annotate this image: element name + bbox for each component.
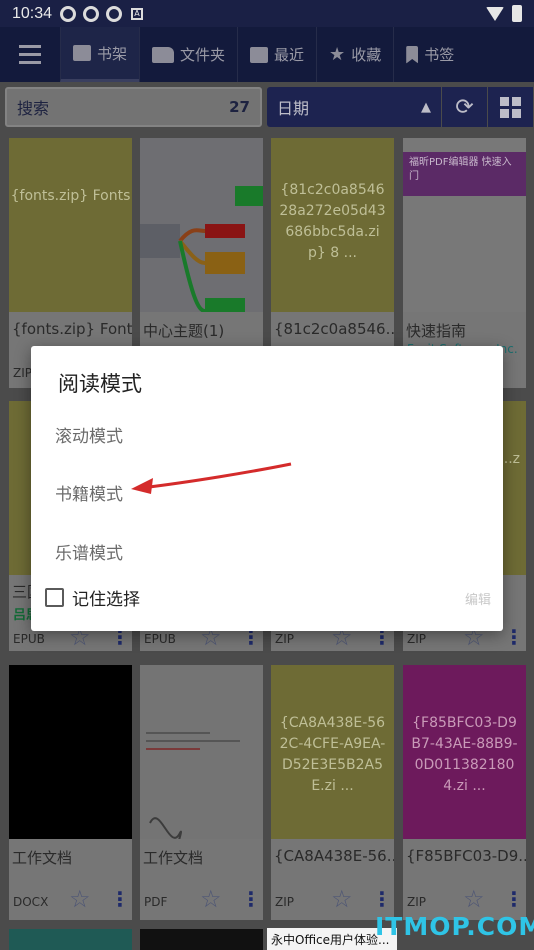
option-music-score-mode[interactable]: 乐谱模式 <box>55 539 123 564</box>
book-type: ZIP <box>407 632 426 646</box>
result-count: 27 <box>229 98 250 116</box>
document-thumbnail <box>146 732 240 839</box>
top-nav: 书架 文件夹 最近 ★ 收藏 书签 <box>0 27 534 82</box>
refresh-button[interactable]: ⟳ <box>442 87 487 127</box>
bookmark-icon <box>406 45 419 64</box>
option-scroll-mode[interactable]: 滚动模式 <box>55 422 123 447</box>
book-type: DOCX <box>13 895 49 909</box>
book-title: {fonts.zip} Fonts <box>12 320 132 338</box>
remember-choice[interactable]: 记住选择 <box>45 585 140 610</box>
book-type: ZIP <box>275 895 294 909</box>
status-time: 10:34 <box>12 4 53 22</box>
tab-bookmarks[interactable]: 书签 <box>393 27 466 82</box>
reading-mode-dialog: 阅读模式 滚动模式 书籍模式 乐谱模式 记住选择 编辑 <box>31 346 503 631</box>
sort-dropdown[interactable]: 日期 ▲ <box>267 87 441 127</box>
wifi-icon <box>486 6 504 21</box>
folder-icon <box>152 46 175 63</box>
edit-button[interactable]: 编辑 <box>465 589 491 608</box>
book-cover <box>140 665 263 839</box>
book-type: ZIP <box>13 366 32 380</box>
book-card[interactable] <box>140 929 263 950</box>
grid-icon <box>500 96 521 118</box>
option-book-mode[interactable]: 书籍模式 <box>55 480 123 505</box>
mindmap-thumbnail <box>140 186 263 312</box>
book-card[interactable]: 工作文档 DOCX ☆ ⋮ <box>9 665 132 920</box>
search-input[interactable]: 搜索 27 <box>5 87 262 127</box>
book-cover: 福昕PDF编辑器 快速入门 <box>403 138 526 312</box>
book-cover <box>9 665 132 839</box>
tab-label: 文件夹 <box>180 46 226 64</box>
book-title: 快速指南 <box>406 322 467 340</box>
book-icon <box>73 45 91 61</box>
favorite-star-icon[interactable]: ☆ <box>331 887 353 911</box>
favorite-star-icon[interactable]: ☆ <box>69 887 91 911</box>
book-title: 工作文档 <box>143 849 204 867</box>
tab-folder[interactable]: 文件夹 <box>139 27 237 82</box>
book-title: {CA8A438E-56... <box>274 847 394 865</box>
dialog-title: 阅读模式 <box>58 372 142 396</box>
status-bar: 10:34 A <box>0 0 534 27</box>
refresh-icon: ⟳ <box>455 94 474 120</box>
tab-label: 最近 <box>274 46 305 64</box>
book-card[interactable] <box>9 929 132 950</box>
remember-label: 记住选择 <box>72 590 140 610</box>
more-options-icon[interactable]: ⋮ <box>504 627 524 647</box>
tab-label: 收藏 <box>351 46 382 64</box>
book-cover: {fonts.zip} Fonts <box>9 138 132 312</box>
notification-icon <box>83 5 100 22</box>
book-title: 工作文档 <box>12 849 73 867</box>
search-placeholder: 搜索 <box>17 99 50 118</box>
book-type: ZIP <box>275 632 294 646</box>
remember-checkbox[interactable] <box>45 588 64 607</box>
notification-a-icon: A <box>131 7 144 20</box>
book-type: ZIP <box>407 895 426 909</box>
more-options-icon[interactable]: ⋮ <box>110 889 130 909</box>
notification-icon <box>60 5 77 22</box>
book-title: {F85BFC03-D9... <box>406 847 526 865</box>
book-card[interactable]: {CA8A438E-562C-4CFE-A9EA-D52E3E5B2A5E.zi… <box>271 665 394 920</box>
menu-icon[interactable] <box>0 27 60 82</box>
cover-header: 福昕PDF编辑器 快速入门 <box>403 152 526 196</box>
battery-icon <box>512 5 522 22</box>
book-cover: {F85BFC03-D9B7-43AE-88B9-0D0113821804.zi… <box>403 665 526 839</box>
favorite-star-icon[interactable]: ☆ <box>463 887 485 911</box>
book-cover <box>140 138 263 312</box>
book-type: EPUB <box>144 632 176 646</box>
watermark: ITMOP.COM <box>375 912 534 941</box>
book-title: 中心主题(1) <box>143 322 225 340</box>
notification-icon <box>106 5 123 22</box>
more-options-icon[interactable]: ⋮ <box>504 889 524 909</box>
book-type: PDF <box>144 895 168 909</box>
tab-label: 书架 <box>97 44 128 63</box>
book-card[interactable]: {F85BFC03-D9B7-43AE-88B9-0D0113821804.zi… <box>403 665 526 920</box>
book-title: {81c2c0a8546... <box>274 320 394 338</box>
tab-favorites[interactable]: ★ 收藏 <box>316 27 393 82</box>
tab-recent[interactable]: 最近 <box>237 27 316 82</box>
star-icon: ★ <box>329 44 346 65</box>
red-arrow-annotation <box>131 462 292 494</box>
more-options-icon[interactable]: ⋮ <box>241 889 261 909</box>
book-cover: {81c2c0a854628a272e05d43686bbc5da.zip} 8… <box>271 138 394 312</box>
favorite-star-icon[interactable]: ☆ <box>200 887 222 911</box>
chevron-up-icon: ▲ <box>421 99 431 115</box>
recent-icon <box>250 46 269 63</box>
book-type: EPUB <box>13 632 45 646</box>
book-card[interactable]: 工作文档 PDF ☆ ⋮ <box>140 665 263 920</box>
tab-bookshelf[interactable]: 书架 <box>60 27 140 82</box>
grid-view-button[interactable] <box>488 87 533 127</box>
tab-label: 书签 <box>424 46 455 64</box>
more-options-icon[interactable]: ⋮ <box>372 889 392 909</box>
sort-label: 日期 <box>277 99 310 118</box>
book-cover: {CA8A438E-562C-4CFE-A9EA-D52E3E5B2A5E.zi… <box>271 665 394 839</box>
